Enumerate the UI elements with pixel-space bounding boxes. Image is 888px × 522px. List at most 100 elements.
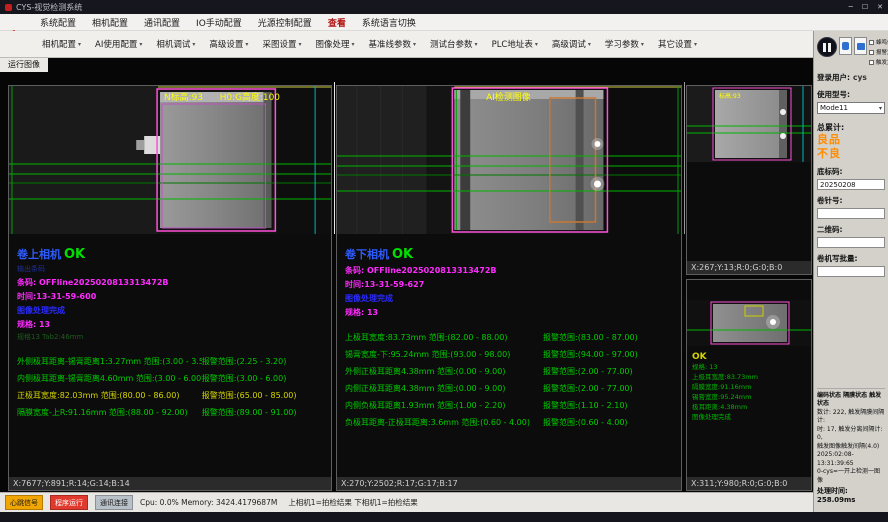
view-tab-run-image[interactable]: 运行图像	[0, 58, 48, 72]
camera1-panel: N标高:93 H0:G高度:100 卷上相机 OK 输出条码 条码: OFFli…	[8, 85, 332, 491]
camera1-time: 时间:13-31-59-600	[17, 291, 325, 302]
chevron-down-icon: ▾	[245, 41, 248, 48]
camera2-panel: AI检测图像 卷下相机 OK 条码: OFFline20250208133134…	[336, 85, 682, 491]
measurement-row: 外侧极耳距离-锡膏距离1:3.27mm 范围:(3.00 - 3.50)报警范围…	[17, 356, 325, 367]
toolbar-item-image-processing[interactable]: 图像处理▾	[311, 35, 358, 53]
needle-number-field[interactable]	[817, 208, 885, 219]
toolbar-item-plc-address-table[interactable]: PLC地址表▾	[488, 35, 542, 53]
close-button[interactable]: ✕	[877, 3, 883, 11]
model-select[interactable]: Mode11 ▾	[817, 102, 885, 114]
toolbar-item-baseline-params[interactable]: 基准线参数▾	[365, 35, 421, 53]
camera2-time: 时间:13-31-59-627	[345, 279, 675, 290]
option-checkbox[interactable]	[869, 50, 874, 55]
qrcode-label: 二维码:	[817, 224, 885, 235]
menu-item-camera-config[interactable]: 相机配置	[92, 16, 128, 29]
measurement-row: 内侧正极耳距离4.38mm 范围:(0.00 - 9.00)报警范围:(2.00…	[345, 383, 675, 394]
chevron-down-icon: ▾	[78, 41, 81, 48]
toolbar-item-camera-config[interactable]: 相机配置▾	[38, 35, 85, 53]
option-label: 蜂鸣停止	[876, 38, 888, 46]
camera2-pixel-info: X:270;Y:2502;R:17;G:17;B:17	[337, 477, 681, 490]
camera4-pixel-info: X:311;Y:980;R:0;G:0;B:0	[687, 477, 811, 490]
image-area: 运行图像	[0, 58, 813, 492]
menu-item-language-switch[interactable]: 系统语言切换	[362, 16, 416, 29]
model-value: Mode11	[820, 104, 848, 112]
toolbar-item-other-settings[interactable]: 其它设置▾	[654, 35, 701, 53]
process-time: 处理时间: 258.09ms	[817, 487, 885, 504]
cpu-memory-info: Cpu: 0.0% Memory: 3424.4179687M	[140, 498, 277, 507]
toolbar-item-advanced-debug[interactable]: 高级调试▾	[548, 35, 595, 53]
toolbar-item-ai-config[interactable]: AI使用配置▾	[91, 35, 146, 53]
camera2-measurements: 上极耳宽度:83.73mm 范围:(82.00 - 88.00)报警范围:(83…	[345, 332, 675, 428]
camera4-info-line: 隔膜宽度:91.16mm	[692, 382, 807, 392]
chevron-down-icon: ▾	[298, 41, 301, 48]
camera1-name: 卷上相机	[17, 246, 61, 262]
camera1-image[interactable]: N标高:93 H0:G高度:100	[9, 86, 331, 234]
scan-button[interactable]	[854, 37, 867, 55]
batch-code-label: 底标码:	[817, 166, 885, 177]
user-label: 登录用户:	[817, 72, 850, 83]
option-label: 报警复位	[876, 48, 888, 56]
menu-item-comm-config[interactable]: 通讯配置	[144, 16, 180, 29]
pause-icon	[823, 43, 826, 52]
measurement-row: 内侧极耳距离-锡膏距离4.60mm 范围:(3.00 - 6.00)报警范围:(…	[17, 373, 325, 384]
camera2-barcode: 条码: OFFline2025020813313472B	[345, 265, 675, 276]
camera4-info-line: 极耳距离:4.38mm	[692, 402, 807, 412]
stats-line: 0-cys=一开上检测一图像	[817, 468, 885, 485]
program-running-indicator: 程序运行	[50, 495, 88, 510]
menubar: 系统配置 相机配置 通讯配置 IO手动配置 光源控制配置 查看 系统语言切换	[0, 14, 888, 31]
measurement-row: 锡膏宽度-下:95.24mm 范围:(93.00 - 98.00)报警范围:(9…	[345, 349, 675, 360]
camera1-spec: 规格: 13	[17, 319, 325, 330]
menu-item-light-control-config[interactable]: 光源控制配置	[258, 16, 312, 29]
measurement-row-warning: 正极耳宽度:82.03mm 范围:(80.00 - 86.00)报警范围:(65…	[17, 390, 325, 401]
chevron-down-icon: ▾	[535, 41, 538, 48]
toolbar-item-capture-settings[interactable]: 采图设置▾	[258, 35, 305, 53]
statusbar: 心跳信号 程序运行 通讯连接 Cpu: 0.0% Memory: 3424.41…	[0, 492, 813, 512]
camera4-image[interactable]	[687, 300, 811, 346]
stats-line: 数计: 222, 触发隔膜间隔计:	[817, 409, 885, 426]
app-icon	[5, 4, 12, 11]
measurement-row: 内侧负极耳距离1.93mm 范围:(1.00 - 2.20)报警范围:(1.10…	[345, 400, 675, 411]
option-label: 触发复位	[876, 58, 888, 66]
option-checkbox[interactable]	[869, 40, 874, 45]
toolbar-item-learning-params[interactable]: 学习参数▾	[601, 35, 648, 53]
needle-number-label: 卷针号:	[817, 195, 885, 206]
qrcode-field[interactable]	[817, 237, 885, 248]
counter-bad: 不良	[817, 147, 885, 161]
maximize-button[interactable]: ☐	[862, 3, 868, 11]
stats-panel: 编码状态 隔膜状态 触发状态 数计: 222, 触发隔膜间隔计: 时: 17, …	[817, 388, 885, 505]
write-batch-field[interactable]	[817, 266, 885, 277]
toolbar-item-advanced-settings[interactable]: 高级设置▾	[205, 35, 252, 53]
panel-divider	[684, 82, 685, 234]
camera1-pixel-info: X:7677;Y:891;R:14;G:14;B:14	[9, 477, 331, 490]
camera2-status: 图像处理完成	[345, 293, 675, 304]
camera2-image[interactable]: AI检测图像	[337, 86, 681, 234]
camera3-panel: 标高:93 X:267;Y:13;R:0;G:0;B:0	[686, 85, 812, 275]
batch-code-field[interactable]: 20250208	[817, 179, 885, 190]
minimize-button[interactable]: ─	[849, 3, 853, 11]
stats-header: 编码状态 隔膜状态 触发状态	[817, 392, 885, 409]
write-batch-label: 卷机写批量:	[817, 253, 885, 264]
titlebar: CYS-视觉检测系统 ─ ☐ ✕	[0, 0, 888, 14]
camera-result-info: 上相机1=拍检结果 下相机1=拍检结果	[288, 497, 418, 508]
menu-item-view[interactable]: 查看	[328, 16, 346, 29]
model-label: 使用型号:	[817, 89, 850, 100]
toolbar-item-camera-debug[interactable]: 相机调试▾	[152, 35, 199, 53]
barcode-icon	[857, 43, 865, 50]
app-window: CYS-视觉检测系统 ─ ☐ ✕ 系统配置 相机配置 通讯配置 IO手动配置 光…	[0, 0, 888, 522]
camera4-info-line: 图像处理完成	[692, 412, 807, 422]
toolbar-item-test-params[interactable]: 测试台参数▾	[426, 35, 482, 53]
comm-indicator: 通讯连接	[95, 495, 133, 510]
camera3-image[interactable]: 标高:93	[687, 86, 811, 162]
pause-icon	[828, 43, 831, 52]
option-checkbox[interactable]	[869, 60, 874, 65]
lock-button[interactable]	[839, 37, 852, 55]
overlay-label: H0:G高度:100	[220, 91, 281, 103]
overlay-label: 标高:93	[719, 92, 741, 100]
stats-line: 2025:02:08-13:31:39:65	[817, 451, 885, 468]
camera1-spec-note: 规格13 Tab2:46mm	[17, 332, 325, 342]
menu-item-io-manual-config[interactable]: IO手动配置	[196, 16, 242, 29]
pause-button[interactable]	[817, 37, 837, 57]
menu-item-system-config[interactable]: 系统配置	[40, 16, 76, 29]
total-label: 总累计:	[817, 122, 885, 133]
stats-line: 时: 17, 触发分离间隔计: 0,	[817, 426, 885, 443]
